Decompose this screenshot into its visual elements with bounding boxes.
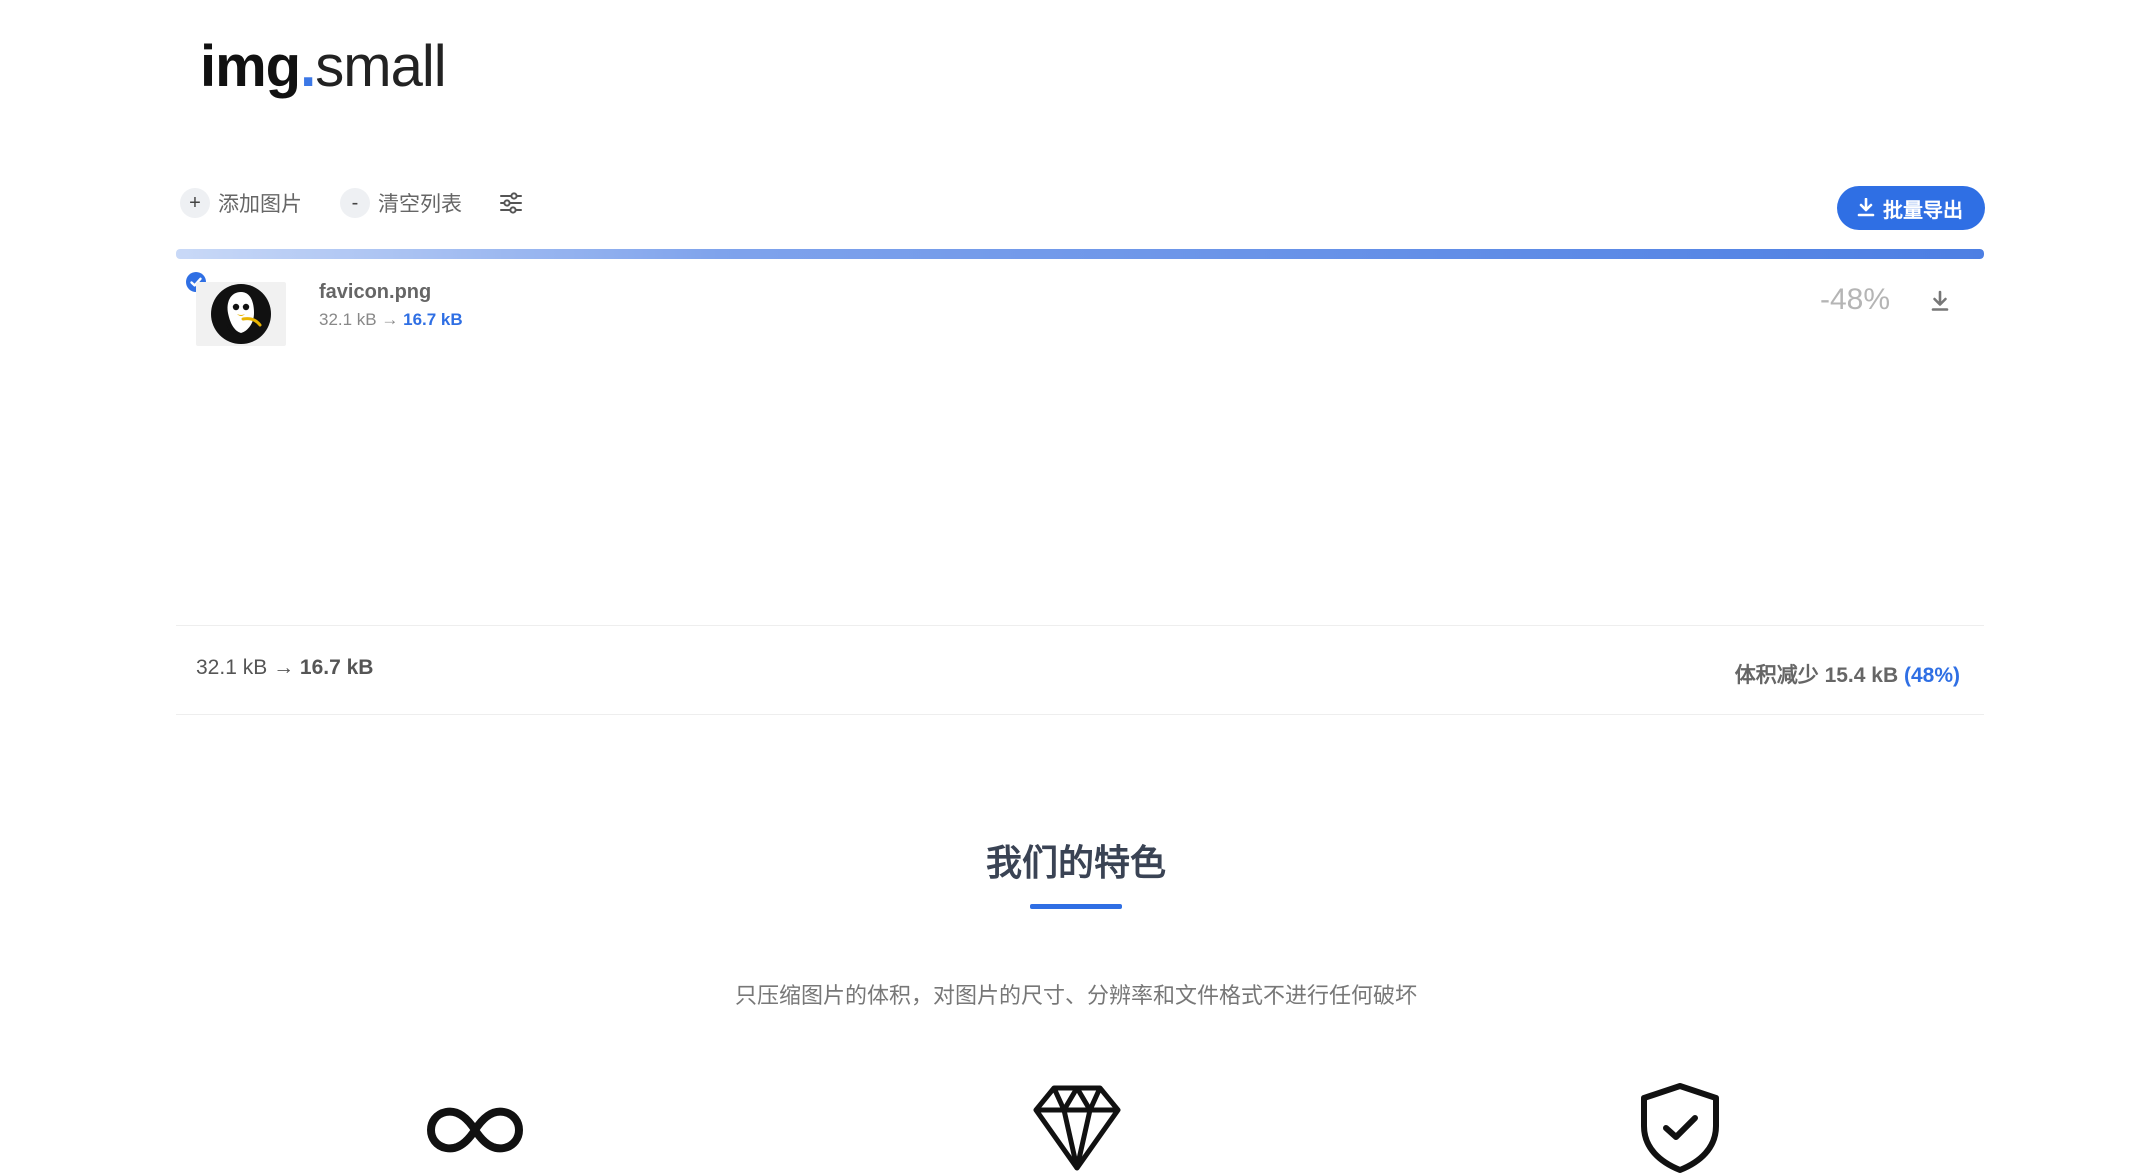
sliders-icon[interactable] xyxy=(498,190,524,216)
plus-icon: + xyxy=(180,188,210,218)
compressed-size: 16.7 kB xyxy=(403,310,463,329)
download-icon xyxy=(1857,198,1875,217)
total-size: 32.1 kB → 16.7 kB xyxy=(196,656,373,680)
add-image-button[interactable]: + 添加图片 xyxy=(180,186,302,220)
features-underline xyxy=(1030,904,1122,909)
download-icon[interactable] xyxy=(1928,289,1952,313)
diamond-icon xyxy=(1033,1085,1121,1171)
page: img.small + 添加图片 - 清空列表 批量导出 favicon.png… xyxy=(0,0,2152,1173)
file-size: 32.1 kB → 16.7 kB xyxy=(319,310,463,330)
batch-export-label: 批量导出 xyxy=(1883,199,1963,222)
file-row: favicon.png 32.1 kB → 16.7 kB -48% xyxy=(176,259,1984,349)
total-arrow: → xyxy=(273,656,295,679)
logo-img-text: img xyxy=(200,34,301,99)
penguin-icon xyxy=(211,284,271,344)
file-name: favicon.png xyxy=(319,281,432,303)
logo-small-text: small xyxy=(315,34,446,99)
shield-check-icon xyxy=(1641,1083,1719,1173)
progress-fill xyxy=(176,249,1984,259)
infinity-icon xyxy=(427,1107,523,1153)
logo-dot: . xyxy=(300,34,316,99)
summary-bar: 32.1 kB → 16.7 kB 体积减少 15.4 kB (48%) xyxy=(176,626,1984,715)
minus-icon: - xyxy=(340,188,370,218)
reduction-label: 体积减少 xyxy=(1734,664,1819,687)
progress-bar xyxy=(176,249,1984,259)
batch-export-button[interactable]: 批量导出 xyxy=(1837,186,1985,230)
reduction-amount: 15.4 kB xyxy=(1824,664,1899,687)
toolbar: + 添加图片 - 清空列表 批量导出 xyxy=(180,186,1985,236)
file-list: favicon.png 32.1 kB → 16.7 kB -48% xyxy=(176,259,1984,626)
clear-list-button[interactable]: - 清空列表 xyxy=(340,186,462,220)
features-title: 我们的特色 xyxy=(985,842,1166,883)
features-description: 只压缩图片的体积，对图片的尺寸、分辨率和文件格式不进行任何破坏 xyxy=(734,983,1417,1008)
compression-ratio: -48% xyxy=(1819,283,1890,316)
clear-list-label: 清空列表 xyxy=(378,193,462,216)
logo[interactable]: img.small xyxy=(200,32,447,102)
total-compressed-size: 16.7 kB xyxy=(299,656,374,679)
add-image-label: 添加图片 xyxy=(218,193,302,216)
reduction-summary: 体积减少 15.4 kB (48%) xyxy=(1735,659,1960,689)
file-thumbnail xyxy=(196,282,286,346)
total-original-size: 32.1 kB xyxy=(196,656,268,679)
original-size: 32.1 kB xyxy=(319,310,377,329)
size-arrow: → xyxy=(381,310,399,329)
reduction-percent: (48%) xyxy=(1903,664,1960,687)
